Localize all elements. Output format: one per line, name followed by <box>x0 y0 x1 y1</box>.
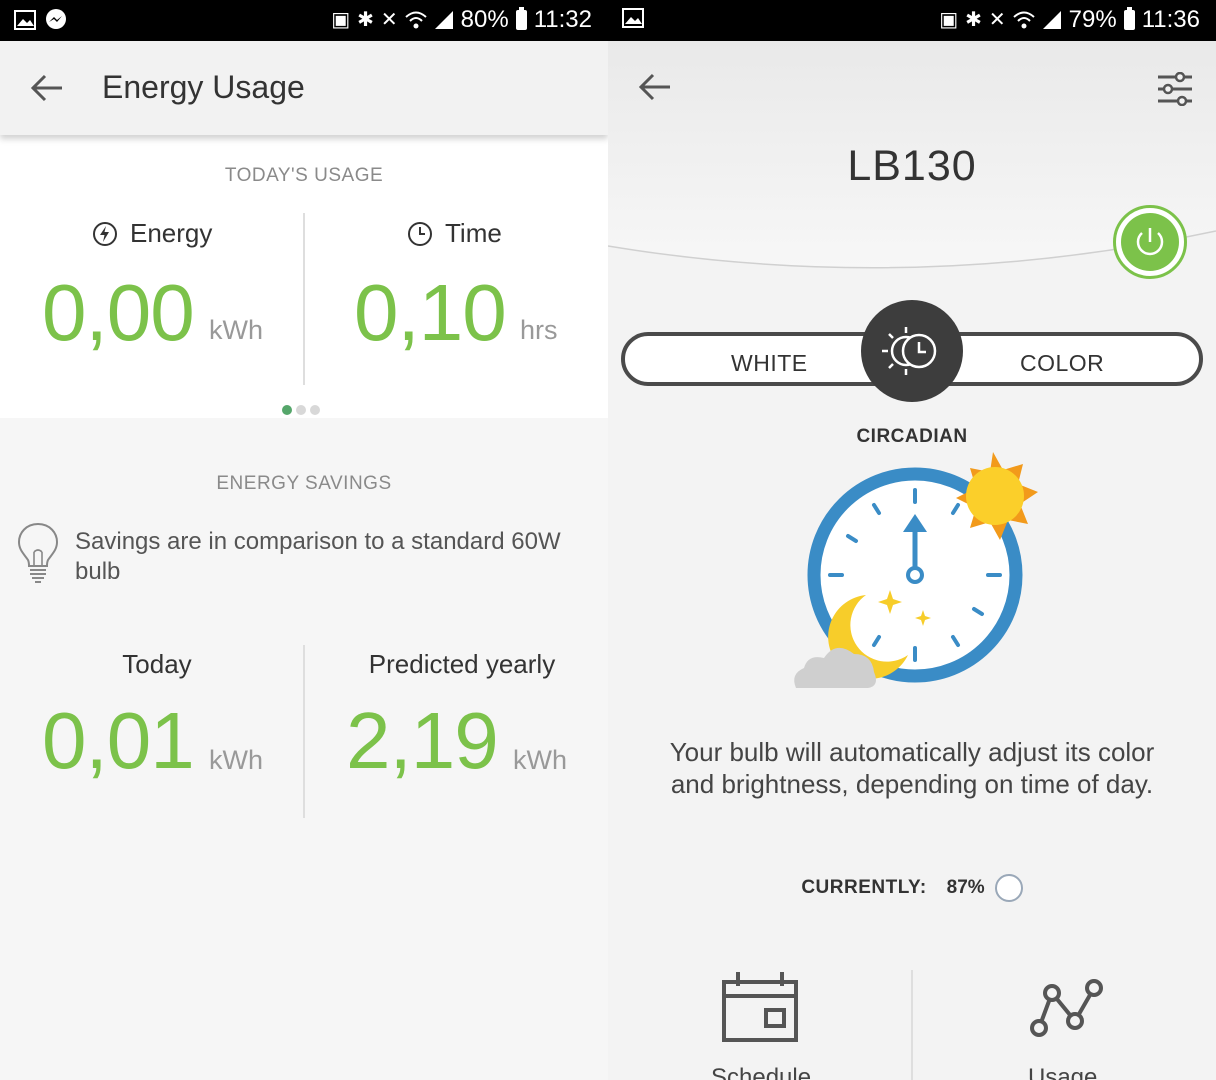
back-arrow-icon[interactable] <box>638 72 672 102</box>
bluetooth-icon: ✱ <box>357 9 374 31</box>
clock-icon <box>408 221 432 246</box>
page-dot[interactable] <box>296 405 306 415</box>
nfc-icon: ▣ <box>331 9 351 31</box>
battery-icon <box>515 7 527 30</box>
usage-label[interactable]: Usage <box>1028 1064 1097 1080</box>
back-arrow-icon[interactable] <box>30 73 64 103</box>
color-mode-tab[interactable]: COLOR <box>1020 350 1104 377</box>
time-unit: hrs <box>520 315 558 345</box>
circadian-clock-illustration <box>794 452 1038 688</box>
currently-label: CURRENTLY: <box>801 877 927 898</box>
color-swatch <box>994 874 1023 902</box>
page-dot[interactable] <box>310 405 320 415</box>
page-dot[interactable] <box>282 405 292 415</box>
status-bar: ▣ ✱ ✕ 80% 11:32 <box>0 0 608 41</box>
time-heading: Time <box>407 218 502 249</box>
energy-heading: Energy <box>92 218 212 249</box>
currently-value: 87% <box>946 877 985 898</box>
battery-percent: 79% <box>1068 6 1117 33</box>
status-bar: ▣ ✱ ✕ 79% 11:36 <box>608 0 1216 41</box>
gallery-icon <box>622 8 644 28</box>
signal-icon <box>1042 11 1061 29</box>
wifi-icon <box>405 11 427 29</box>
usage-chart-icon[interactable] <box>1028 976 1104 1040</box>
savings-note: Savings are in comparison to a standard … <box>75 528 561 585</box>
today-usage-card[interactable]: TODAY'S USAGE Energy 0,00 kWh Time 0,10 … <box>0 135 608 418</box>
schedule-label[interactable]: Schedule <box>711 1064 811 1080</box>
mute-icon: ✕ <box>988 9 1006 31</box>
calendar-icon[interactable] <box>720 968 800 1046</box>
app-bar: Energy Usage <box>0 41 608 135</box>
mode-title: CIRCADIAN <box>856 426 968 447</box>
battery-percent: 80% <box>460 6 509 33</box>
power-icon <box>1136 228 1164 256</box>
todays-usage-heading: TODAY'S USAGE <box>224 165 384 186</box>
current-brightness: CURRENTLY: 87% <box>608 874 1216 902</box>
yearly-savings-unit: kWh <box>513 745 567 775</box>
column-divider <box>303 213 305 385</box>
energy-unit: kWh <box>209 315 263 345</box>
battery-icon <box>1123 7 1135 30</box>
bulb-control-screen: ▣ ✱ ✕ 79% 11:36 LB130 WHITE COLOR CIRCAD… <box>608 0 1216 1080</box>
mode-description: Your bulb will automatically adjust its … <box>669 737 1155 799</box>
lightbulb-icon <box>17 522 59 583</box>
today-label: Today <box>122 649 192 679</box>
device-name: LB130 <box>847 142 977 190</box>
gallery-icon <box>14 10 36 30</box>
energy-label: Energy <box>130 218 213 248</box>
circadian-mode-button[interactable] <box>861 300 963 402</box>
time-label: Time <box>445 218 502 248</box>
bluetooth-icon: ✱ <box>965 9 982 31</box>
mute-icon: ✕ <box>380 9 398 31</box>
yearly-savings-value: 2,19 <box>346 696 499 785</box>
signal-icon <box>434 11 453 29</box>
clock-time: 11:36 <box>1141 6 1200 33</box>
white-mode-tab[interactable]: WHITE <box>731 350 808 377</box>
energy-usage-screen: ▣ ✱ ✕ 80% 11:32 Energy Usage TODAY'S USA… <box>0 0 608 1080</box>
power-button[interactable] <box>1113 205 1187 279</box>
page-indicator[interactable] <box>282 405 320 415</box>
time-value: 0,10 <box>354 268 507 357</box>
today-savings-unit: kWh <box>209 745 263 775</box>
predicted-yearly-label: Predicted yearly <box>368 649 556 679</box>
today-savings-value: 0,01 <box>42 696 195 785</box>
clock-time: 11:32 <box>533 6 592 33</box>
settings-sliders-icon[interactable] <box>1156 72 1194 106</box>
nfc-icon: ▣ <box>939 9 959 31</box>
page-title: Energy Usage <box>102 69 305 105</box>
lightning-icon <box>93 221 117 246</box>
circadian-icon <box>882 327 937 375</box>
energy-savings-heading: ENERGY SAVINGS <box>216 473 392 494</box>
energy-value: 0,00 <box>42 268 195 357</box>
wifi-icon <box>1013 11 1035 29</box>
messenger-icon <box>46 9 66 29</box>
column-divider <box>911 970 913 1080</box>
